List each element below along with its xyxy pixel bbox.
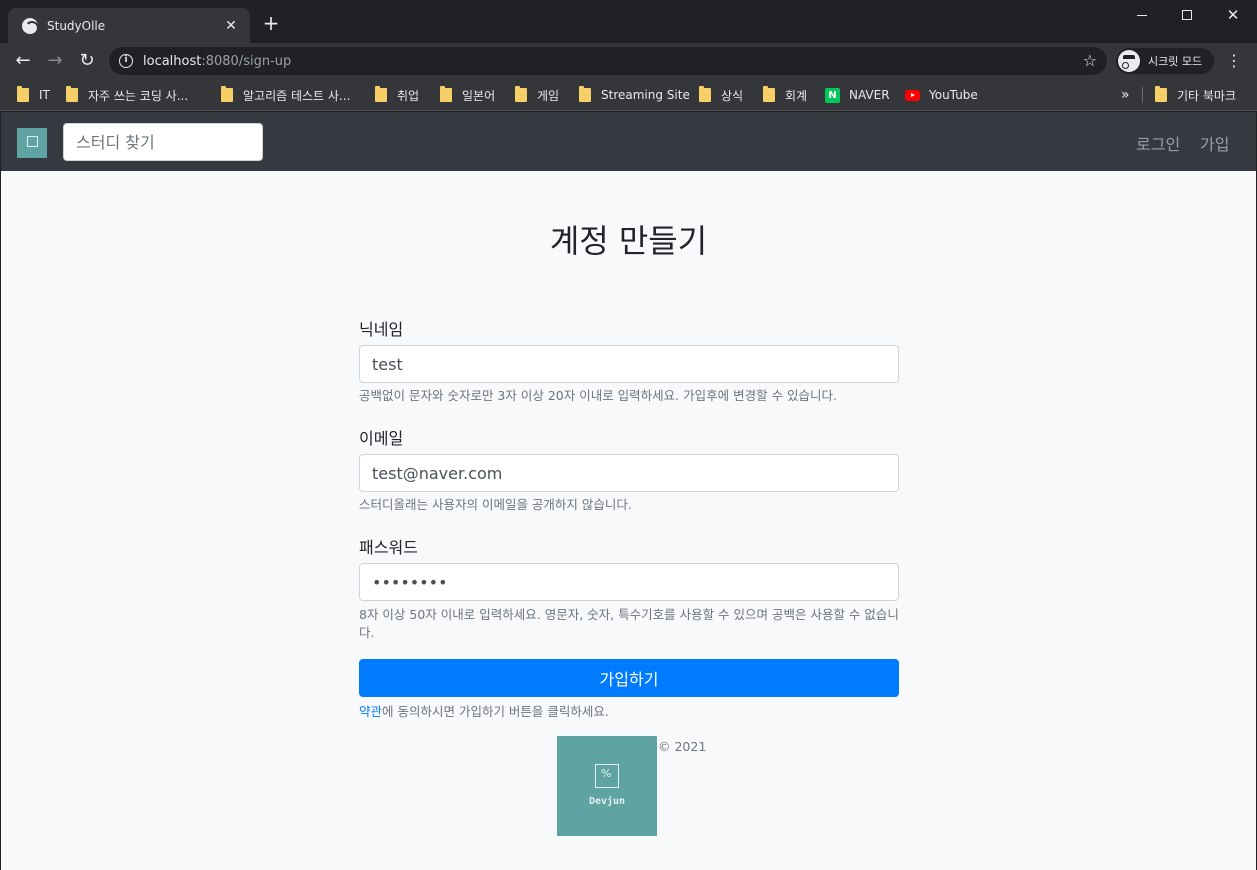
folder-icon xyxy=(66,86,78,102)
bookmark-label: 자주 쓰는 코딩 사... xyxy=(88,88,189,103)
maximize-icon xyxy=(1182,10,1192,20)
tab-close-icon[interactable]: ✕ xyxy=(222,18,240,34)
bookmarks-divider xyxy=(1142,87,1143,103)
folder-icon xyxy=(17,86,29,102)
browser-tab[interactable]: StudyOlle ✕ xyxy=(8,8,250,43)
footer-logo: Devjun xyxy=(557,736,657,836)
footer-copyright: © 2021 xyxy=(658,739,707,754)
bookmark-label: YouTube xyxy=(929,88,978,102)
brand-logo[interactable] xyxy=(17,128,47,158)
new-tab-plus-icon[interactable]: + xyxy=(261,13,281,33)
tab-title: StudyOlle xyxy=(47,18,106,33)
bookmark-folder[interactable]: 게임 xyxy=(515,85,559,105)
folder-icon xyxy=(763,86,775,102)
bookmark-label: 취업 xyxy=(397,88,420,103)
url-host: localhost xyxy=(143,53,202,69)
terms-notice-text: 에 동의하시면 가입하기 버튼을 클릭하세요. xyxy=(382,704,609,719)
password-help: 8자 이상 50자 이내로 입력하세요. 영문자, 숫자, 특수기호를 사용할 … xyxy=(359,607,899,640)
folder-icon xyxy=(515,86,527,102)
bookmark-label: IT xyxy=(39,88,50,102)
browser-tabstrip: StudyOlle ✕ + ✕ xyxy=(0,0,1257,43)
bookmark-label: 일본어 xyxy=(462,88,496,103)
close-icon: ✕ xyxy=(1226,5,1240,24)
incognito-label: 시크릿 모드 xyxy=(1148,55,1203,68)
folder-icon xyxy=(699,86,711,102)
bookmark-label: 상식 xyxy=(721,88,744,103)
bookmark-youtube[interactable]: YouTube xyxy=(905,85,978,105)
bookmark-folder[interactable]: 알고리즘 테스트 사... xyxy=(221,85,350,105)
window-close-button[interactable]: ✕ xyxy=(1210,0,1256,30)
browser-menu-icon[interactable]: ⋮ xyxy=(1226,51,1242,71)
password-label: 패스워드 xyxy=(359,538,418,557)
bookmarks-bar: IT 자주 쓰는 코딩 사... 알고리즘 테스트 사... 취업 일본어 게임… xyxy=(0,79,1257,111)
globe-icon xyxy=(22,17,39,35)
folder-icon xyxy=(221,86,233,102)
more-bookmarks-chevron-icon[interactable]: » xyxy=(1121,85,1130,105)
naver-icon: N xyxy=(825,87,840,103)
page-viewport: 로그인 가입 계정 만들기 닉네임 공백없이 문자와 숫자로만 3자 이상 20… xyxy=(1,112,1256,870)
login-link[interactable]: 로그인 xyxy=(1136,131,1180,155)
bookmark-star-icon[interactable]: ☆ xyxy=(1083,51,1097,70)
other-bookmarks-folder[interactable]: 기타 북마크 xyxy=(1155,85,1236,105)
bookmark-folder[interactable]: IT xyxy=(17,85,50,105)
email-help: 스터디올래는 사용자의 이메일을 공개하지 않습니다. xyxy=(359,497,632,512)
incognito-indicator[interactable]: 시크릿 모드 xyxy=(1116,48,1214,74)
logo-mark-icon xyxy=(595,764,619,788)
bookmark-folder[interactable]: 취업 xyxy=(375,85,419,105)
page-title: 계정 만들기 xyxy=(549,222,708,260)
window-maximize-button[interactable] xyxy=(1164,0,1210,30)
folder-icon xyxy=(1155,86,1167,102)
site-info-icon[interactable]: i xyxy=(119,54,133,68)
reload-icon[interactable]: ↻ xyxy=(74,48,100,74)
folder-icon xyxy=(579,86,591,102)
nickname-input[interactable] xyxy=(359,345,899,383)
bookmark-label: 게임 xyxy=(537,88,560,103)
site-navbar: 로그인 가입 xyxy=(1,112,1256,171)
bookmark-folder[interactable]: 상식 xyxy=(699,85,743,105)
url-path: :8080/sign-up xyxy=(201,53,292,69)
bookmark-label: NAVER xyxy=(849,88,890,102)
bookmark-folder[interactable]: Streaming Site xyxy=(579,85,690,105)
email-input[interactable] xyxy=(359,454,899,492)
folder-icon xyxy=(440,86,452,102)
bookmark-label: 회계 xyxy=(785,88,808,103)
nickname-label: 닉네임 xyxy=(359,320,404,339)
browser-toolbar: ← → ↻ i localhost:8080/sign-up ☆ 시크릿 모드 … xyxy=(0,43,1257,79)
bookmark-label: 알고리즘 테스트 사... xyxy=(243,88,351,103)
terms-notice: 약관에 동의하시면 가입하기 버튼을 클릭하세요. xyxy=(359,703,609,721)
address-bar[interactable]: i localhost:8080/sign-up ☆ xyxy=(109,47,1107,75)
password-input[interactable] xyxy=(359,563,899,601)
email-label: 이메일 xyxy=(359,429,404,448)
bookmark-label: Streaming Site xyxy=(601,88,690,102)
bookmark-naver[interactable]: N NAVER xyxy=(825,85,890,105)
bookmark-folder[interactable]: 자주 쓰는 코딩 사... xyxy=(66,85,188,105)
bookmark-folder[interactable]: 일본어 xyxy=(440,85,495,105)
folder-icon xyxy=(375,86,387,102)
back-arrow-icon[interactable]: ← xyxy=(10,48,36,74)
signup-link[interactable]: 가입 xyxy=(1200,131,1229,155)
terms-link[interactable]: 약관 xyxy=(359,704,382,719)
forward-arrow-icon[interactable]: → xyxy=(42,48,68,74)
incognito-icon xyxy=(1118,50,1140,72)
bookmark-folder[interactable]: 회계 xyxy=(763,85,807,105)
minimize-icon xyxy=(1137,14,1147,16)
bookmark-label: 기타 북마크 xyxy=(1177,88,1237,103)
study-search-input[interactable] xyxy=(63,123,263,161)
youtube-icon xyxy=(905,89,920,101)
nickname-help: 공백없이 문자와 숫자로만 3자 이상 20자 이내로 입력하세요. 가입후에 … xyxy=(359,388,838,403)
window-minimize-button[interactable] xyxy=(1119,0,1165,30)
signup-submit-button[interactable]: 가입하기 xyxy=(359,659,899,697)
footer-logo-text: Devjun xyxy=(588,796,626,807)
